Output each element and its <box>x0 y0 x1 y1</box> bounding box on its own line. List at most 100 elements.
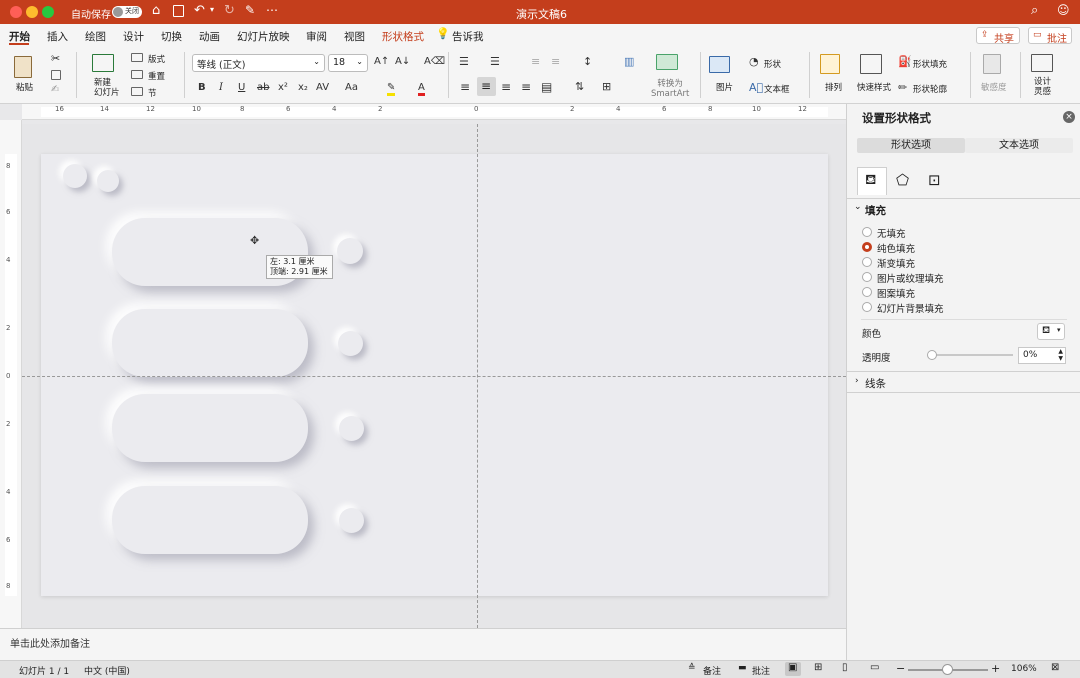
justify-icon[interactable]: ≡ <box>521 80 531 94</box>
designer-icon[interactable] <box>1031 54 1053 72</box>
distribute-icon[interactable]: ▤ <box>541 80 552 94</box>
redo-icon[interactable]: ↻ <box>224 3 235 18</box>
maximize-window-button[interactable] <box>42 6 54 18</box>
columns-icon[interactable]: ▥ <box>624 55 634 68</box>
tab-view[interactable]: 视图 <box>344 29 365 44</box>
underline-button[interactable]: U <box>238 82 245 93</box>
radio-pattern-fill[interactable] <box>862 287 872 297</box>
tab-transitions[interactable]: 切换 <box>161 29 182 44</box>
tab-animations[interactable]: 动画 <box>199 29 220 44</box>
textbox-button[interactable]: 文本框 <box>764 83 790 95</box>
fill-section-header[interactable]: 填充 <box>865 203 886 218</box>
sensitivity-icon[interactable] <box>983 54 1001 74</box>
reset-button[interactable]: 重置 <box>148 70 165 82</box>
normal-view-button[interactable]: ▣ <box>785 662 801 676</box>
slide-sorter-icon[interactable]: ⊞ <box>814 662 822 673</box>
zoom-out-icon[interactable]: − <box>896 662 905 675</box>
fit-to-window-icon[interactable]: ⊠ <box>1051 662 1059 673</box>
superscript-button[interactable]: x² <box>278 82 288 93</box>
layout-button[interactable]: 版式 <box>148 53 165 65</box>
tab-insert[interactable]: 插入 <box>47 29 68 44</box>
tab-shape-options[interactable]: 形状选项 <box>857 138 965 153</box>
radio-slide-bg-fill[interactable] <box>862 302 872 312</box>
tab-design[interactable]: 设计 <box>123 29 144 44</box>
clear-formatting-icon[interactable]: A⌫ <box>424 56 445 67</box>
more-icon[interactable]: ⋯ <box>266 3 278 17</box>
horizontal-ruler[interactable]: 16 14 12 10 8 6 4 2 0 2 4 6 8 10 12 <box>22 104 846 120</box>
arrange-icon[interactable] <box>820 54 840 74</box>
font-size-combo[interactable]: 18 ⌄ <box>328 54 368 72</box>
text-direction-icon[interactable]: ⇅ <box>575 80 584 93</box>
align-left-icon[interactable]: ≡ <box>460 80 470 94</box>
close-icon[interactable]: × <box>1063 111 1075 123</box>
new-slide-button[interactable]: 新建 幻灯片 <box>94 78 120 98</box>
circle-shape[interactable] <box>337 238 363 264</box>
chevron-down-icon[interactable]: ⌄ <box>854 202 862 212</box>
radio-no-fill[interactable] <box>862 227 872 237</box>
designer-button[interactable]: 设计 灵感 <box>1034 77 1051 97</box>
section-button[interactable]: 节 <box>148 87 157 99</box>
transparency-slider[interactable] <box>931 354 1013 356</box>
slideshow-icon[interactable]: ▭ <box>870 662 879 673</box>
line-section-header[interactable]: 线条 <box>865 376 886 391</box>
notes-toggle-button[interactable]: 备注 <box>703 664 721 677</box>
home-icon[interactable]: ⌂ <box>152 3 160 18</box>
circle-shape[interactable] <box>63 164 87 188</box>
zoom-slider-thumb[interactable] <box>942 664 953 675</box>
increase-indent-icon[interactable]: ≡ <box>551 55 560 68</box>
new-slide-icon[interactable] <box>92 54 114 72</box>
align-text-icon[interactable]: ⊞ <box>602 80 611 93</box>
shape-outline-button[interactable]: 形状轮廓 <box>913 83 947 95</box>
tab-draw[interactable]: 绘图 <box>85 29 106 44</box>
stepper-icon[interactable]: ▲ ▼ <box>1058 348 1063 362</box>
radio-picture-fill[interactable] <box>862 272 872 282</box>
cut-icon[interactable]: ✂ <box>51 52 60 65</box>
undo-dropdown-icon[interactable]: ▾ <box>210 5 214 14</box>
tab-text-options[interactable]: 文本选项 <box>965 138 1073 153</box>
character-spacing-button[interactable]: AV <box>316 82 329 93</box>
tab-slideshow[interactable]: 幻灯片放映 <box>237 29 290 44</box>
bullets-icon[interactable]: ☰ <box>459 55 469 68</box>
subscript-button[interactable]: x₂ <box>298 82 308 93</box>
sensitivity-button[interactable]: 敏感度 <box>981 81 1007 93</box>
pentagon-icon[interactable]: ⬠ <box>896 171 909 189</box>
quick-styles-button[interactable]: 快速样式 <box>857 81 891 93</box>
reading-view-icon[interactable]: ▯ <box>842 662 848 673</box>
transparency-input[interactable]: 0% ▲ ▼ <box>1018 347 1066 364</box>
language-indicator[interactable]: 中文 (中国) <box>84 664 130 677</box>
strikethrough-button[interactable]: ab <box>257 82 269 93</box>
font-name-combo[interactable]: 等线 (正文) ⌄ <box>192 54 325 72</box>
shape-fill-button[interactable]: 形状填充 <box>913 58 947 70</box>
paste-button[interactable]: 粘贴 <box>16 81 33 93</box>
change-case-button[interactable]: Aa <box>345 82 358 93</box>
tab-home[interactable]: 开始 <box>9 29 30 44</box>
rounded-rectangle-shape[interactable] <box>112 309 308 377</box>
tell-me-search[interactable]: 告诉我 <box>452 29 484 44</box>
circle-shape[interactable] <box>339 416 364 441</box>
close-window-button[interactable] <box>10 6 22 18</box>
rounded-rectangle-shape[interactable] <box>112 486 308 554</box>
font-color-icon[interactable]: A <box>418 82 425 96</box>
grow-font-icon[interactable]: A↑ <box>374 56 389 67</box>
radio-gradient-fill[interactable] <box>862 257 872 267</box>
notes-placeholder[interactable]: 单击此处添加备注 <box>10 635 90 650</box>
zoom-in-icon[interactable]: + <box>991 662 1000 675</box>
notes-pane[interactable]: 单击此处添加备注 <box>0 628 846 660</box>
fill-line-tab[interactable]: ⛾ <box>857 167 887 195</box>
comments-toggle-button[interactable]: 批注 <box>752 664 770 677</box>
arrange-button[interactable]: 排列 <box>825 81 842 93</box>
paste-icon[interactable] <box>14 56 32 78</box>
align-right-icon[interactable]: ≡ <box>501 80 511 94</box>
shrink-font-icon[interactable]: A↓ <box>395 56 410 67</box>
circle-shape[interactable] <box>339 508 364 533</box>
circle-shape[interactable] <box>338 331 363 356</box>
circle-shape[interactable] <box>97 170 119 192</box>
comments-button[interactable]: ▭ 批注 <box>1028 27 1072 45</box>
quick-styles-icon[interactable] <box>860 54 882 74</box>
size-properties-icon[interactable]: ⊡ <box>928 171 941 189</box>
italic-button[interactable]: I <box>219 82 223 93</box>
undo-icon[interactable]: ↶ <box>194 3 205 18</box>
convert-smartart-button[interactable]: 转换为 SmartArt <box>651 79 689 99</box>
search-icon[interactable]: ⌕ <box>1031 3 1038 18</box>
picture-icon[interactable] <box>709 56 730 73</box>
